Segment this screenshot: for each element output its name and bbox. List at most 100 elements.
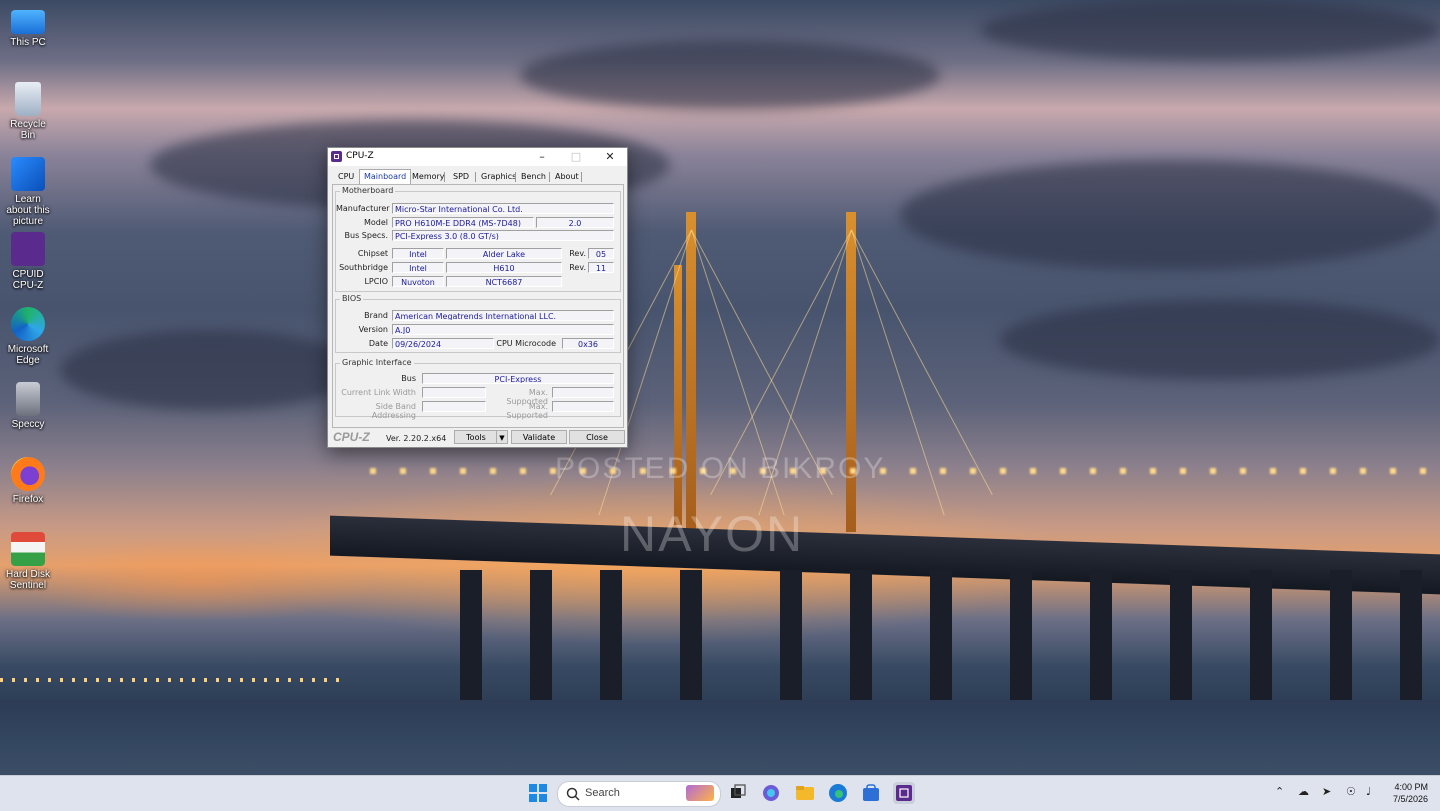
tab-memory[interactable]: Memory <box>408 170 449 183</box>
title-bar[interactable]: CPU-Z – □ ✕ <box>328 148 627 166</box>
search-placeholder: Search <box>585 787 620 799</box>
clock-date: 7/5/2026 <box>1392 794 1428 804</box>
hard-disk-sentinel-icon <box>11 532 45 566</box>
desktop-icon-cpuid-cpu-z[interactable]: CPUID CPU-Z <box>2 232 54 291</box>
monitor-icon <box>11 10 45 34</box>
network-globe-icon[interactable]: ☉ <box>1346 785 1356 798</box>
bios-version-value: A.J0 <box>392 324 614 335</box>
task-view-icon <box>731 784 746 798</box>
desktop-wallpaper: POSTED ON BIKROY NAYON <box>0 0 1440 775</box>
cpu-z-icon <box>11 232 45 266</box>
desktop-icon-speccy[interactable]: Speccy <box>2 382 54 430</box>
tab-cpu[interactable]: CPU <box>334 170 358 183</box>
chipset-rev-label: Rev. <box>569 249 586 258</box>
group-label: Graphic Interface <box>340 358 414 367</box>
tools-dropdown-arrow-icon[interactable]: ▼ <box>496 430 508 444</box>
taskbar: Search ⌃ ☁ ➤ ☉ ♩ 4:00 PM 7/5/2026 <box>0 775 1440 811</box>
chipset-label: Chipset <box>357 249 388 258</box>
max-supported-label: Max. Supported <box>506 402 548 420</box>
desktop-icon-hard-disk-sentinel[interactable]: Hard Disk Sentinel <box>2 532 54 591</box>
desktop-icon-recycle-bin[interactable]: Recycle Bin <box>2 82 54 141</box>
bus-specs-value: PCI-Express 3.0 (8.0 GT/s) <box>392 230 614 241</box>
watermark-text: POSTED ON BIKROY <box>555 452 886 485</box>
watermark-name: NAYON <box>620 506 805 562</box>
copilot-button[interactable] <box>760 782 782 804</box>
cpu-z-taskbar-button[interactable] <box>893 782 915 804</box>
desktop-icon-label: Recycle Bin <box>10 119 46 141</box>
close-button[interactable]: Close <box>569 430 625 444</box>
desktop-icon-label: Speccy <box>11 419 45 430</box>
southbridge-rev-value: 11 <box>588 262 614 273</box>
search-highlight-icon <box>686 785 714 801</box>
desktop-icon-label: Hard Disk Sentinel <box>6 569 50 591</box>
tab-spd[interactable]: SPD <box>449 170 473 183</box>
tab-graphics[interactable]: Graphics <box>477 170 520 183</box>
desktop-icon-label: Firefox <box>12 494 44 505</box>
bios-brand-label: Brand <box>364 311 388 320</box>
lpcio-vendor-value: Nuvoton <box>392 276 444 287</box>
model-value: PRO H610M-E DDR4 (MS-7D48) <box>392 217 534 228</box>
task-view-button[interactable] <box>727 782 749 804</box>
tab-bench[interactable]: Bench <box>517 170 550 183</box>
tab-about[interactable]: About <box>551 170 583 183</box>
info-picture-icon <box>11 157 45 191</box>
recycle-bin-icon <box>15 82 41 116</box>
folder-icon <box>796 786 814 800</box>
tab-separator <box>475 172 476 182</box>
max-supported-value <box>552 387 614 398</box>
volume-icon[interactable]: ♩ <box>1366 785 1371 798</box>
firefox-icon <box>11 457 45 491</box>
desktop-icon-this-pc[interactable]: This PC <box>2 8 54 48</box>
graphic-interface-group: Graphic Interface Bus PCI-Express Curren… <box>335 358 621 420</box>
southbridge-name-value: H610 <box>446 262 562 273</box>
windows-logo-icon <box>529 784 547 802</box>
tools-button[interactable]: Tools <box>454 430 498 444</box>
store-icon <box>863 784 879 801</box>
manufacturer-label: Manufacturer <box>336 204 390 213</box>
taskbar-clock[interactable]: 4:00 PM 7/5/2026 <box>1393 781 1428 805</box>
lpcio-name-value: NCT6687 <box>446 276 562 287</box>
cpu-microcode-value: 0x36 <box>562 338 614 349</box>
tab-separator <box>581 172 582 182</box>
desktop-icon-firefox[interactable]: Firefox <box>2 457 54 505</box>
edge-taskbar-button[interactable] <box>827 782 849 804</box>
speccy-icon <box>16 382 40 416</box>
desktop-icon-label: CPUID CPU-Z <box>12 269 44 291</box>
chipset-name-value: Alder Lake <box>446 248 562 259</box>
microsoft-store-button[interactable] <box>860 782 882 804</box>
manufacturer-value: Micro-Star International Co. Ltd. <box>392 203 614 214</box>
window-title: CPU-Z <box>346 151 374 161</box>
cpu-z-logo: CPU-Z <box>333 430 370 444</box>
tab-mainboard[interactable]: Mainboard <box>359 169 412 185</box>
model-label: Model <box>363 218 388 227</box>
southbridge-vendor-value: Intel <box>392 262 444 273</box>
edge-icon <box>11 307 45 341</box>
tab-separator <box>444 172 445 182</box>
show-hidden-icons-chevron-icon[interactable]: ⌃ <box>1275 785 1284 798</box>
desktop-icon-learn-about-picture[interactable]: Learn about this picture <box>2 157 54 227</box>
side-band-addressing-value <box>422 401 486 412</box>
cpu-z-window[interactable]: CPU-Z – □ ✕ CPU Mainboard Memory SPD Gra… <box>327 147 628 448</box>
version-label: Ver. 2.20.2.x64 <box>386 434 447 443</box>
cpu-z-app-icon <box>331 151 342 162</box>
desktop-icon-microsoft-edge[interactable]: Microsoft Edge <box>2 307 54 366</box>
group-label: Motherboard <box>340 186 396 195</box>
cpu-microcode-label: CPU Microcode <box>496 339 556 348</box>
onedrive-status-icon[interactable]: ☁ <box>1298 785 1309 798</box>
maximize-button[interactable]: □ <box>559 148 593 166</box>
window-footer: CPU-Z Ver. 2.20.2.x64 Tools ▼ Validate C… <box>328 428 627 447</box>
desktop-icon-label: This PC <box>10 37 46 48</box>
location-icon[interactable]: ➤ <box>1322 785 1331 798</box>
start-button[interactable] <box>527 782 549 804</box>
taskbar-search-box[interactable]: Search <box>557 781 721 807</box>
side-band-addressing-label: Side Band Addressing <box>371 402 416 420</box>
lpcio-label: LPCIO <box>364 277 388 286</box>
tab-separator <box>549 172 550 182</box>
edge-icon <box>829 784 847 802</box>
file-explorer-button[interactable] <box>794 782 816 804</box>
bios-date-label: Date <box>368 339 388 348</box>
bios-group: BIOS Brand American Megatrends Internati… <box>335 294 621 353</box>
validate-button[interactable]: Validate <box>511 430 567 444</box>
close-window-button[interactable]: ✕ <box>593 148 627 166</box>
minimize-button[interactable]: – <box>525 148 559 166</box>
